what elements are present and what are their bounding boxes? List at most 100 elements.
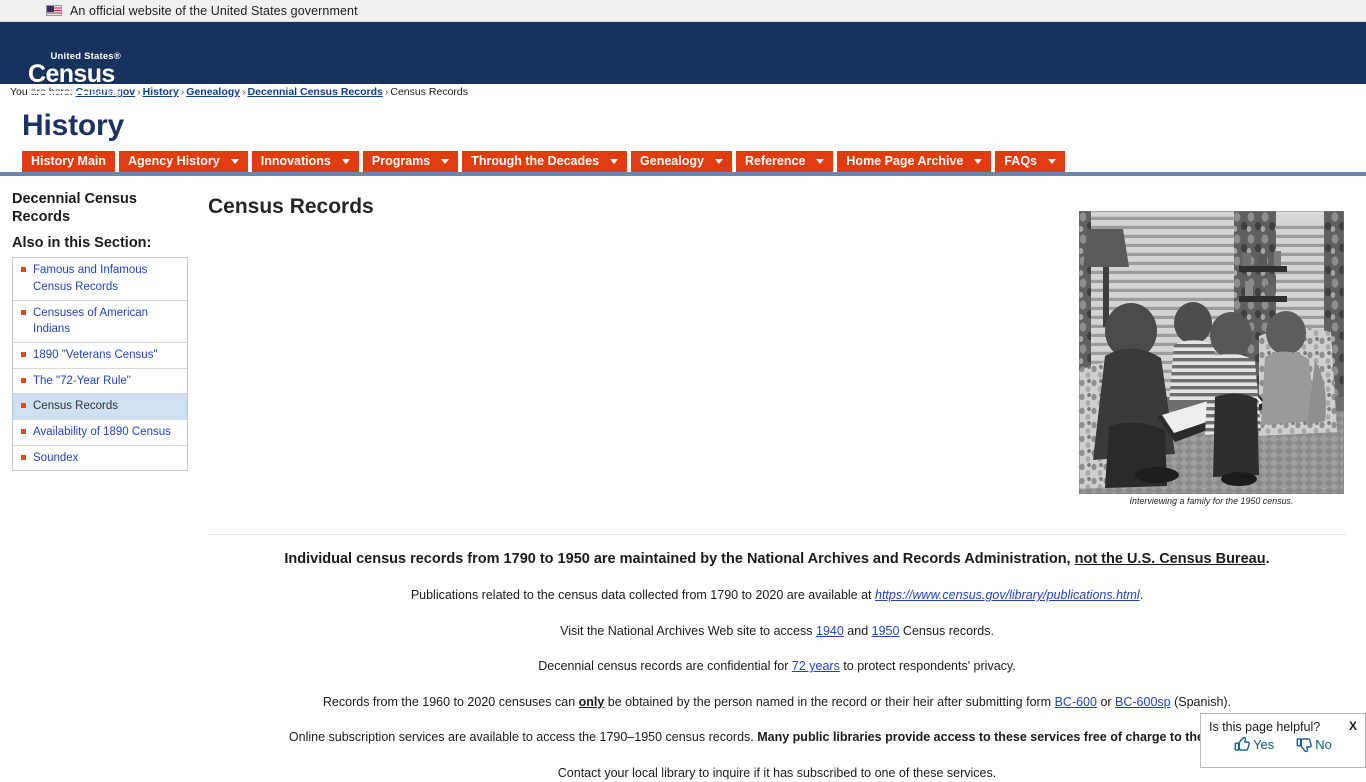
sidebar-item-label: Census Records	[33, 400, 119, 413]
feedback-question: Is this page helpful?	[1209, 720, 1321, 734]
sidebar-item-label: Soundex	[33, 451, 79, 464]
feedback-widget: Is this page helpful? X Yes No	[1200, 713, 1366, 768]
paragraph-bc600: Records from the 1960 to 2020 censuses c…	[208, 694, 1346, 712]
link-bc-600[interactable]: BC-600	[1055, 695, 1097, 709]
sidebar-list: Famous and Infamous Census Records Census…	[12, 257, 188, 472]
breadcrumb-item: Census Records	[390, 86, 468, 98]
nav-item-label: History Main	[31, 154, 107, 168]
breadcrumb: You are here: Census.gov›History›Genealo…	[0, 84, 1366, 101]
bc600-text-middle: be obtained by the person named in the r…	[604, 694, 1055, 709]
nav-item-agency-history[interactable]: Agency History	[119, 151, 248, 172]
bullet-icon	[21, 267, 26, 273]
paragraph-local-library: Contact your local library to inquire if…	[557, 765, 997, 780]
breadcrumb-items: Census.gov › History › Genealogy › Decennial C…	[76, 86, 468, 98]
sidebar-item-soundex[interactable]: Soundex	[13, 446, 187, 471]
confidential-text-before: Decennial census records are confidentia…	[538, 659, 792, 674]
sidebar-item-label: 1890 "Veterans Census"	[33, 348, 158, 361]
link-1940-census[interactable]: 1940	[816, 624, 844, 638]
breadcrumb-item[interactable]: Genealogy	[186, 86, 240, 98]
nav-item-faqs[interactable]: FAQs	[995, 151, 1066, 172]
paragraph-confidential: Decennial census records are confidentia…	[208, 658, 1346, 676]
nav-item-genealogy[interactable]: Genealogy	[631, 151, 732, 172]
census-interview-photo	[1079, 211, 1344, 494]
content-wrapper: Decennial Census Records Also in this Se…	[0, 176, 1366, 782]
breadcrumb-separator: ›	[137, 86, 141, 98]
lede-statement: Individual census records from 1790 to 1…	[208, 534, 1346, 569]
nav-item-label: Home Page Archive	[846, 154, 964, 168]
photo-block: Interviewing a family for the 1950 censu…	[1079, 211, 1344, 506]
sidebar-item-availability-of-1890-census[interactable]: Availability of 1890 Census	[13, 420, 187, 446]
sidebar-item-label: The "72-Year Rule"	[33, 374, 131, 387]
sidebar-item-label: Censuses of American Indians	[33, 306, 149, 336]
bullet-icon	[21, 377, 26, 383]
paragraph-national-archives: Visit the National Archives Web site to …	[208, 623, 1346, 641]
sidebar-title: Decennial Census Records	[12, 191, 137, 226]
lede-after: .	[1265, 551, 1270, 567]
bullet-icon	[21, 428, 26, 434]
chevron-down-icon	[714, 158, 723, 164]
lede-underlined: not the U.S. Census Bureau	[1074, 551, 1266, 567]
thumbs-down-icon	[1296, 738, 1313, 753]
link-72-years[interactable]: 72 years	[792, 659, 840, 673]
sidebar-item-famous-and-infamous-census-records[interactable]: Famous and Infamous Census Records	[13, 258, 187, 301]
logo-rule	[28, 91, 90, 95]
feedback-no-label: No	[1315, 737, 1332, 752]
paragraph-subscription: Online subscription services are availab…	[208, 729, 1346, 747]
us-flag-icon	[46, 5, 62, 16]
feedback-header: Is this page helpful? X	[1209, 720, 1357, 734]
sidebar-item-census-records[interactable]: Census Records	[13, 394, 187, 420]
bc600-text-middle2: or	[1096, 694, 1116, 709]
link-1950-census[interactable]: 1950	[872, 624, 900, 638]
bc600-text-after: (Spanish).	[1170, 694, 1232, 709]
nav-item-reference[interactable]: Reference	[735, 151, 834, 172]
nav-item-label: Through the Decades	[471, 154, 600, 168]
bc600-text-before: Records from the 1960 to 2020 censuses c…	[322, 694, 579, 709]
sidebar-item-1890-veterans-census[interactable]: 1890 "Veterans Census"	[13, 343, 187, 369]
gov-banner-text: An official website of the United States…	[70, 3, 358, 18]
census-bureau-logo[interactable]: United States® Census Bureau	[28, 52, 122, 96]
subscription-text-before: Online subscription services are availab…	[288, 730, 758, 745]
sidebar-item-censuses-of-american-indians[interactable]: Censuses of American Indians	[13, 301, 187, 343]
bc600-emphasis: only	[578, 694, 605, 709]
thumbs-up-icon	[1234, 736, 1250, 751]
sidebar-item-label: Availability of 1890 Census	[33, 425, 171, 438]
main-navigation: History Main Agency History Innovations Pro…	[0, 150, 1366, 176]
publications-link[interactable]: https://www.census.gov/library/publicati…	[875, 588, 1140, 602]
feedback-no-button[interactable]: No	[1296, 736, 1332, 753]
nav-item-home-page-archive[interactable]: Home Page Archive	[837, 151, 992, 172]
bullet-icon	[21, 351, 26, 357]
nav-item-label: Innovations	[260, 154, 331, 168]
nav-item-programs[interactable]: Programs	[362, 151, 459, 172]
page-title: History	[22, 109, 124, 142]
sidebar: Decennial Census Records Also in this Se…	[0, 176, 200, 472]
chevron-down-icon	[610, 158, 619, 164]
nav-item-label: Genealogy	[640, 154, 704, 168]
feedback-yes-button[interactable]: Yes	[1234, 736, 1274, 753]
breadcrumb-item[interactable]: Decennial Census Records	[247, 86, 382, 98]
official-gov-banner: An official website of the United States…	[0, 0, 1366, 22]
chevron-down-icon	[974, 158, 983, 164]
nav-item-label: Agency History	[128, 154, 220, 168]
archives-text-after: Census records.	[899, 623, 994, 638]
nav-item-label: Reference	[744, 154, 806, 168]
publications-text-before: Publications related to the census data …	[410, 588, 875, 603]
close-icon[interactable]: X	[1345, 720, 1357, 732]
nav-item-history-main[interactable]: History Main	[22, 151, 116, 172]
subscription-text-bold: Many public libraries provide access to …	[757, 730, 1266, 745]
sidebar-item-label: Famous and Infamous Census Records	[33, 264, 148, 293]
chevron-down-icon	[341, 158, 350, 164]
main-content: Census Records Interviewing a family for…	[200, 176, 1366, 782]
nav-item-through-the-decades[interactable]: Through the Decades	[462, 151, 628, 172]
sidebar-item-the-72-year-rule[interactable]: The "72-Year Rule"	[13, 369, 187, 395]
archives-text-before: Visit the National Archives Web site to …	[560, 623, 816, 638]
archives-text-middle: and	[843, 623, 872, 638]
link-bc-600sp[interactable]: BC-600sp	[1115, 695, 1171, 709]
publications-text-after: .	[1139, 588, 1144, 603]
nav-item-label: Programs	[371, 154, 431, 168]
breadcrumb-item[interactable]: History	[143, 86, 179, 98]
nav-item-innovations[interactable]: Innovations	[251, 151, 359, 172]
lede-before: Individual census records from 1790 to 1…	[284, 551, 1075, 567]
chevron-down-icon	[230, 158, 239, 164]
feedback-buttons: Yes No	[1209, 736, 1357, 753]
logo-census-text: Census	[28, 59, 115, 88]
